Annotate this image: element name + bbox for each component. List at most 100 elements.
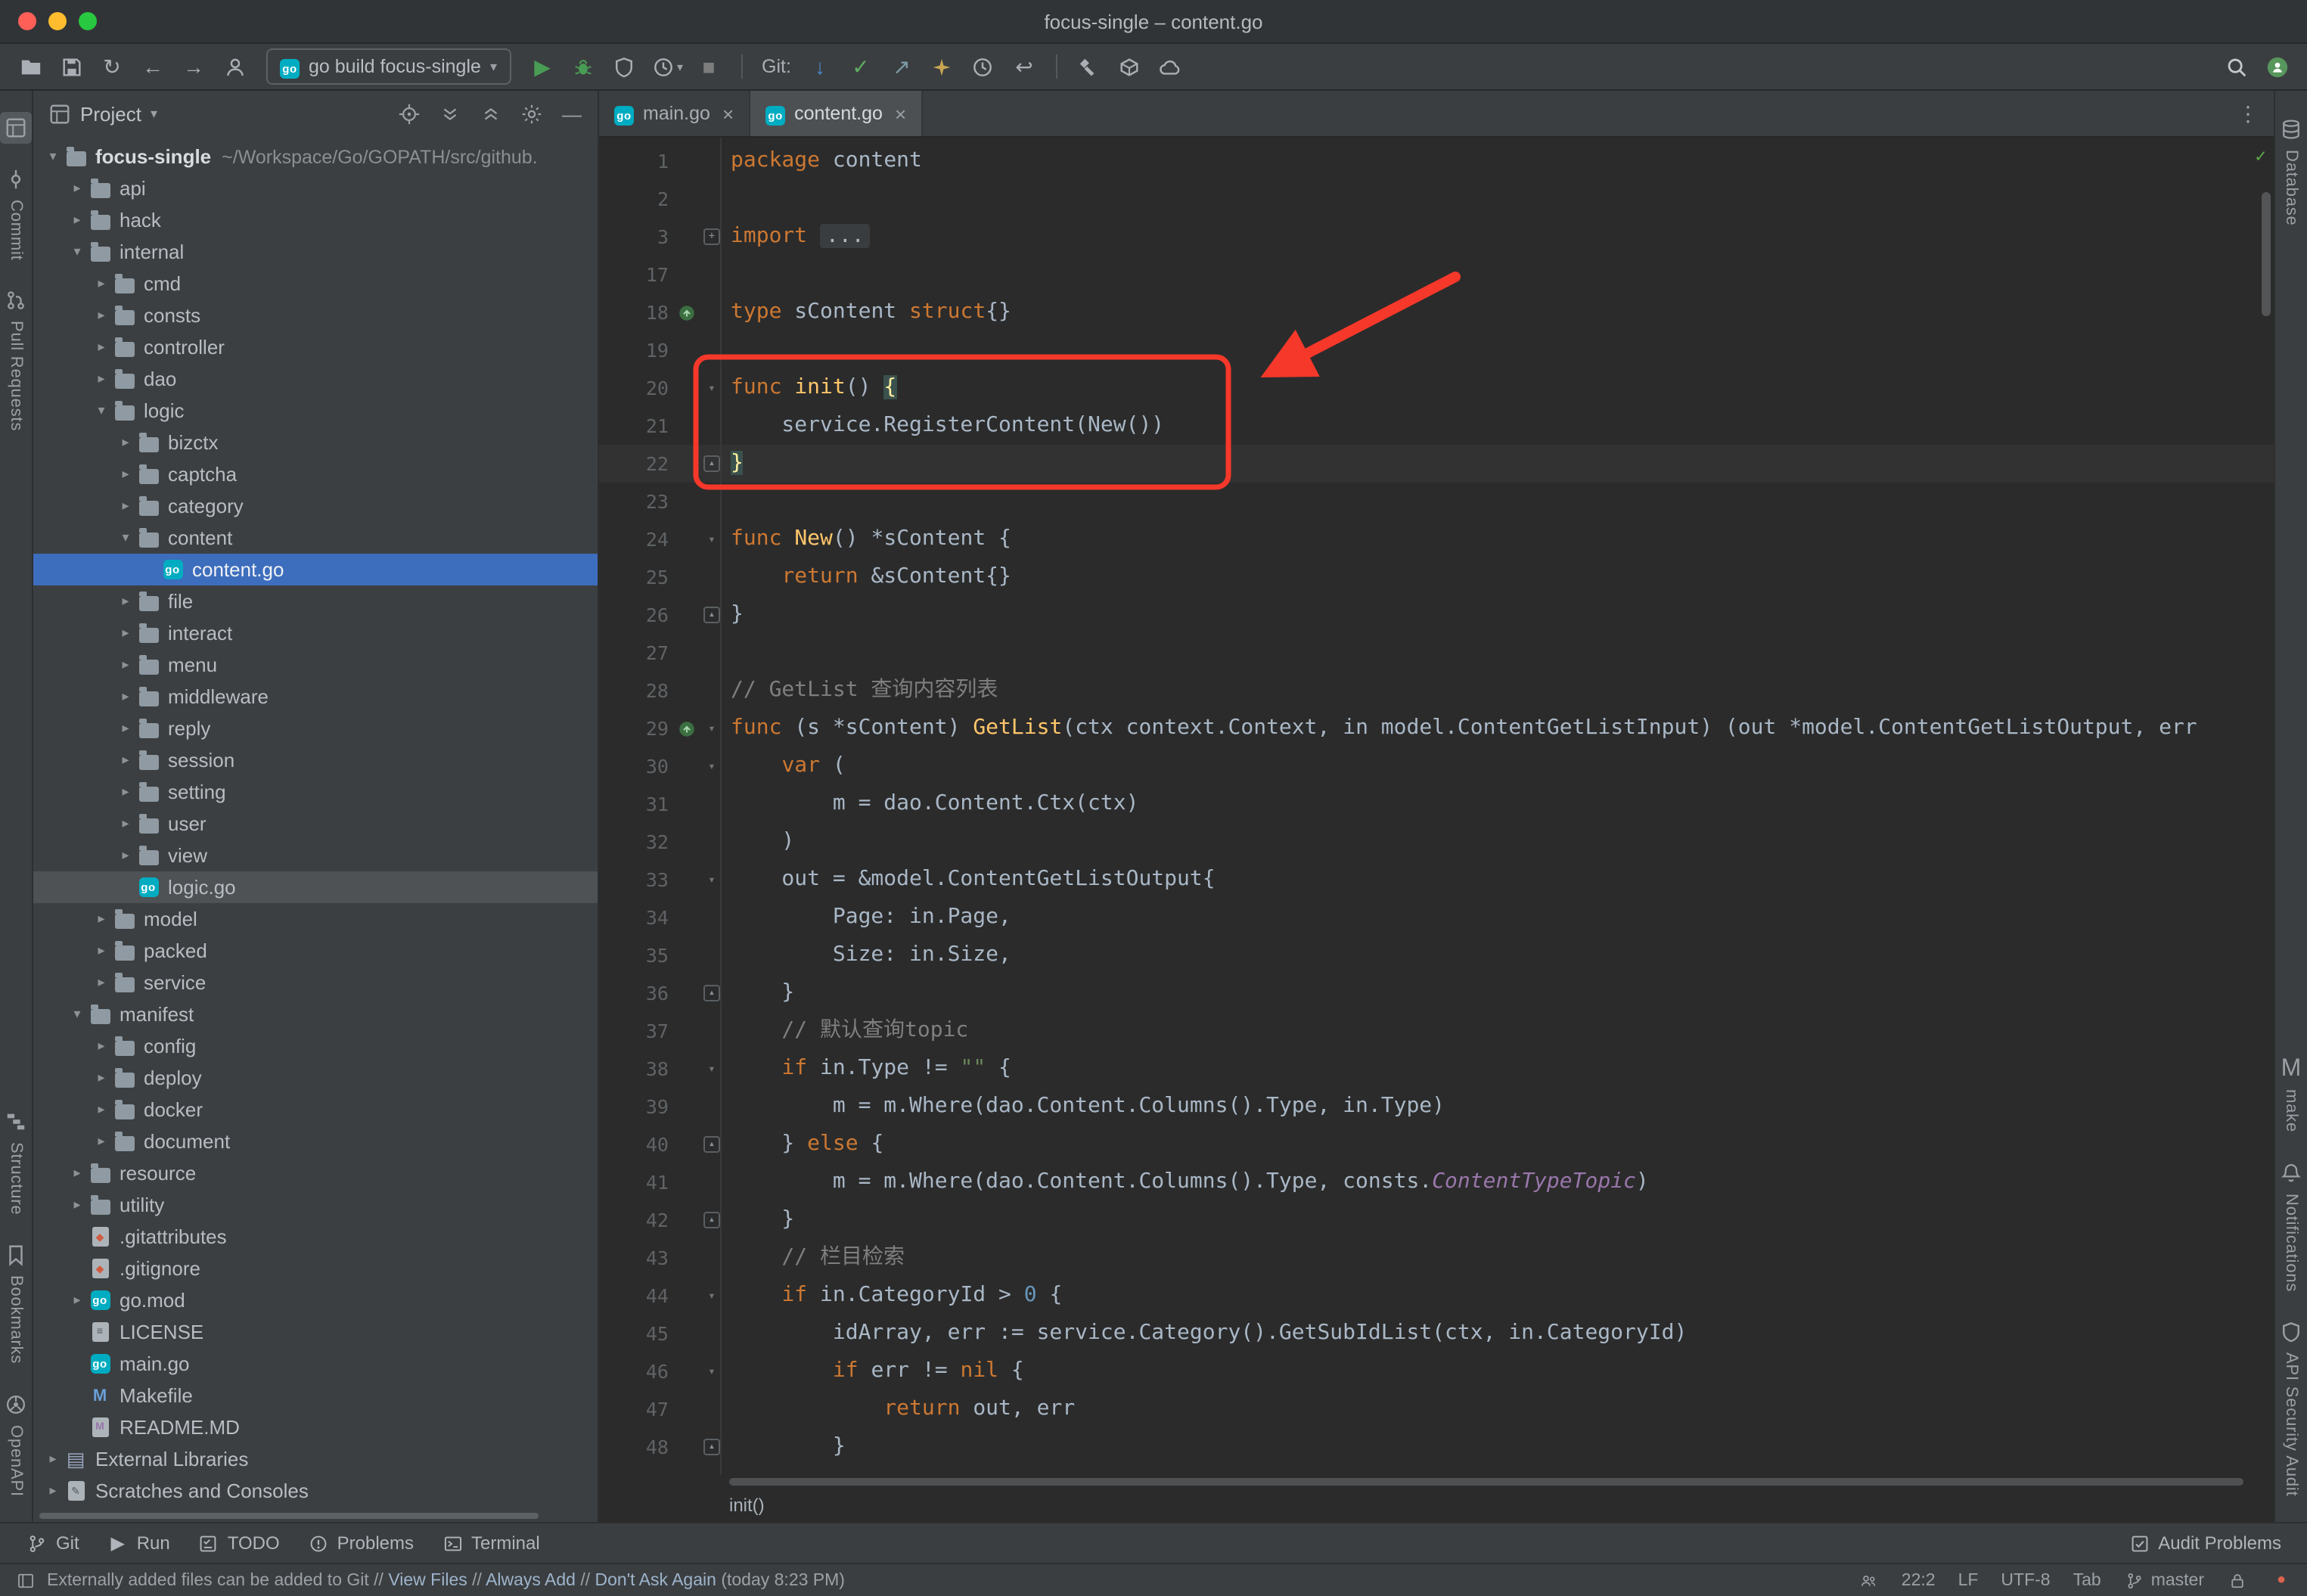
- file-encoding[interactable]: UTF-8: [2001, 1571, 2050, 1589]
- line-number[interactable]: 36: [599, 974, 675, 1012]
- sync-button[interactable]: ↻: [97, 50, 127, 83]
- line-separator[interactable]: LF: [1958, 1571, 1979, 1589]
- terminal-tool-button[interactable]: Terminal: [427, 1523, 554, 1563]
- chevron-right-icon[interactable]: ▸: [115, 720, 136, 737]
- debug-button[interactable]: [568, 50, 598, 83]
- line-number[interactable]: 1: [599, 142, 675, 180]
- line-number[interactable]: 18: [599, 293, 675, 331]
- editor-hscrollbar[interactable]: [599, 1475, 2274, 1489]
- chevron-right-icon[interactable]: ▸: [42, 1451, 64, 1467]
- line-number[interactable]: 19: [599, 331, 675, 369]
- stop-button[interactable]: ■: [694, 50, 724, 83]
- status-message-link[interactable]: Don't Ask Again: [595, 1571, 716, 1589]
- chevron-right-icon[interactable]: ▸: [91, 1070, 112, 1086]
- stripe-item-commit[interactable]: Commit: [3, 166, 29, 261]
- close-icon[interactable]: ×: [895, 102, 906, 125]
- code-line[interactable]: 43 // 栏目检索: [599, 1239, 2274, 1277]
- save-all-button[interactable]: [56, 50, 86, 83]
- tree-item[interactable]: ▸✎Scratches and Consoles: [33, 1475, 598, 1507]
- code-line[interactable]: 33▾ out = &model.ContentGetListOutput{: [599, 861, 2274, 899]
- run-button[interactable]: ▶: [527, 50, 557, 83]
- stripe-item-structure[interactable]: Structure: [3, 1108, 29, 1214]
- tree-item[interactable]: MMakefile: [33, 1380, 598, 1411]
- locate-file-button[interactable]: [396, 101, 421, 126]
- tree-item[interactable]: ▸setting: [33, 776, 598, 808]
- chevron-down-icon[interactable]: ▾: [91, 402, 112, 419]
- implementation-marker-icon[interactable]: [675, 293, 699, 331]
- cloud-sync-button[interactable]: [1156, 50, 1186, 83]
- stripe-item-make[interactable]: Mmake: [2278, 1056, 2304, 1132]
- line-number[interactable]: 43: [599, 1239, 675, 1277]
- tree-item[interactable]: ▸user: [33, 808, 598, 840]
- chevron-right-icon[interactable]: ▸: [115, 688, 136, 705]
- tree-item[interactable]: ◆.gitattributes: [33, 1221, 598, 1253]
- code-line[interactable]: 18type sContent struct{}: [599, 293, 2274, 331]
- line-number[interactable]: 17: [599, 256, 675, 293]
- line-number[interactable]: 23: [599, 483, 675, 520]
- chevron-right-icon[interactable]: ▸: [91, 307, 112, 324]
- close-button[interactable]: [18, 12, 36, 30]
- code-line[interactable]: 37 // 默认查询topic: [599, 1012, 2274, 1050]
- line-number[interactable]: 2: [599, 180, 675, 218]
- implementation-marker-icon[interactable]: [675, 710, 699, 747]
- chevron-right-icon[interactable]: ▸: [91, 911, 112, 927]
- chevron-right-icon[interactable]: ▸: [67, 180, 88, 197]
- stripe-item-notifications[interactable]: Notifications: [2278, 1160, 2304, 1291]
- tree-item[interactable]: ▸hack: [33, 204, 598, 236]
- chevron-right-icon[interactable]: ▸: [115, 752, 136, 769]
- tree-item[interactable]: gomain.go: [33, 1348, 598, 1380]
- panel-settings-button[interactable]: [519, 101, 543, 126]
- open-project-button[interactable]: [15, 50, 45, 83]
- editor-tab[interactable]: gocontent.go×: [750, 91, 923, 136]
- stripe-item-project[interactable]: [0, 112, 32, 144]
- line-number[interactable]: 31: [599, 785, 675, 823]
- code-line[interactable]: 24▾func New() *sContent {: [599, 520, 2274, 558]
- chevron-right-icon[interactable]: ▸: [115, 466, 136, 483]
- stripe-item-api-security-audit[interactable]: API Security Audit: [2278, 1319, 2304, 1497]
- package-button[interactable]: [1115, 50, 1145, 83]
- hide-panel-button[interactable]: —: [560, 101, 584, 126]
- line-number[interactable]: 42: [599, 1201, 675, 1239]
- stripe-item-openapi[interactable]: OpenAPI: [3, 1391, 29, 1496]
- tab-options-icon[interactable]: ⋮: [2237, 101, 2274, 126]
- line-number[interactable]: 25: [599, 558, 675, 596]
- line-number[interactable]: 22: [599, 445, 675, 483]
- minimize-button[interactable]: [48, 12, 67, 30]
- tree-item[interactable]: gologic.go: [33, 871, 598, 903]
- profiler-button[interactable]: ▾: [650, 50, 683, 83]
- event-indicator[interactable]: ●: [2271, 1570, 2292, 1591]
- chevron-down-icon[interactable]: ▾: [677, 60, 683, 73]
- line-number[interactable]: 27: [599, 634, 675, 672]
- chevron-right-icon[interactable]: ▸: [91, 1101, 112, 1118]
- line-number[interactable]: 47: [599, 1390, 675, 1428]
- chevron-right-icon[interactable]: ▸: [91, 974, 112, 991]
- stripe-toggle-icon[interactable]: [15, 1570, 36, 1591]
- code-line[interactable]: 32 ): [599, 823, 2274, 861]
- tree-item[interactable]: ▸interact: [33, 617, 598, 649]
- code-line[interactable]: 35 Size: in.Size,: [599, 936, 2274, 974]
- chevron-down-icon[interactable]: ▾: [151, 105, 157, 122]
- code-line[interactable]: 30▾ var (: [599, 747, 2274, 785]
- chevron-right-icon[interactable]: ▸: [115, 815, 136, 832]
- status-message-link[interactable]: Always Add: [486, 1571, 576, 1589]
- tree-item[interactable]: ▸file: [33, 585, 598, 617]
- tree-item[interactable]: ▸document: [33, 1126, 598, 1157]
- forward-button[interactable]: →: [179, 50, 209, 83]
- vcs-history-button[interactable]: [968, 50, 998, 83]
- tree-item[interactable]: ▸captcha: [33, 458, 598, 490]
- audit-problems-button[interactable]: Audit Problems: [2114, 1532, 2295, 1554]
- tree-item[interactable]: ▸dao: [33, 363, 598, 395]
- cwm-users[interactable]: [1858, 1570, 1879, 1591]
- close-icon[interactable]: ×: [722, 102, 734, 125]
- tree-item[interactable]: ▸deploy: [33, 1062, 598, 1094]
- chevron-right-icon[interactable]: ▸: [91, 339, 112, 356]
- tree-item[interactable]: ▸bizctx: [33, 427, 598, 458]
- chevron-down-icon[interactable]: ▾: [115, 529, 136, 546]
- run-configuration-select[interactable]: gogo build focus-single▾: [266, 48, 511, 85]
- tree-item[interactable]: ▸consts: [33, 300, 598, 331]
- todo-tool-button[interactable]: TODO: [184, 1523, 293, 1563]
- tree-item[interactable]: ▸▤External Libraries: [33, 1443, 598, 1475]
- tree-item[interactable]: ▸config: [33, 1030, 598, 1062]
- chevron-right-icon[interactable]: ▸: [42, 1483, 64, 1499]
- line-number[interactable]: 28: [599, 672, 675, 710]
